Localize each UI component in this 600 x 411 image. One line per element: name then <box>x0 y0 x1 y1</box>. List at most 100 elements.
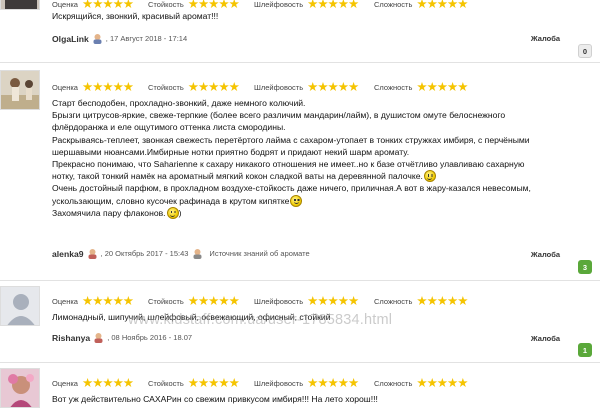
rating-scent: Оценка ★★★★★ <box>52 294 134 308</box>
stars: ★★★★★ <box>416 294 468 308</box>
rating-sillage: Шлейфовость ★★★★★ <box>254 294 359 308</box>
rating-label: Оценка <box>52 82 78 92</box>
review-line: Прекрасно понимаю, что Saharienne к саха… <box>52 159 525 170</box>
stars: ★★★★★ <box>81 0 134 11</box>
review-line-with-emoji: ускользающим, словно кусочек рафинада в … <box>52 194 590 207</box>
avatar[interactable] <box>0 70 40 110</box>
review-line: Старт бесподобен, прохладно-звонкий, даж… <box>52 98 306 108</box>
review-meta: alenka9 , 20 Октябрь 2017 - 15:43 Источн… <box>52 248 310 259</box>
rating-sillage: Шлейфовость ★★★★★ <box>254 376 359 390</box>
helpful-count[interactable]: 0 <box>578 44 592 58</box>
smiley-icon <box>290 194 303 207</box>
review-text: Вот уж действительно САХАРин со свежим п… <box>52 393 590 405</box>
ratings-row: Оценка ★★★★★ Стойкость ★★★★★ Шлейфовость ★★… <box>52 295 592 309</box>
review-meta: OlgaLink , 17 Август 2018 - 17:14 <box>52 33 188 44</box>
rating-label: Шлейфовость <box>254 0 304 9</box>
rating-sillage: Шлейфовость ★★★★★ <box>254 0 359 11</box>
user-photo-icon <box>1 369 39 407</box>
stars: ★★★★★ <box>307 80 359 94</box>
avatar[interactable] <box>0 368 40 408</box>
review-line-with-emoji: Захомячила пару флаконов.) <box>52 206 590 219</box>
review-line: Захомячила пару флаконов. <box>52 207 166 218</box>
review-text: Старт бесподобен, прохладно-звонкий, даж… <box>52 97 590 219</box>
complain-link[interactable]: Жалоба <box>531 34 560 43</box>
complain-link[interactable]: Жалоба <box>531 334 560 343</box>
username[interactable]: alenka9 <box>52 249 84 259</box>
user-photo-icon <box>1 0 39 9</box>
rating-label: Шлейфовость <box>254 378 304 388</box>
review-line: флёрдоранжа и еле ощутимого оттенка лист… <box>52 122 286 133</box>
review-line: нотку, такой тонкий намёк на ароматный м… <box>52 171 423 182</box>
rating-complexity: Сложность ★★★★★ <box>374 0 468 11</box>
helpful-count[interactable]: 3 <box>578 260 592 274</box>
rating-complexity: Сложность ★★★★★ <box>374 294 468 308</box>
stars: ★★★★★ <box>81 294 134 308</box>
rating-label: Стойкость <box>148 378 184 388</box>
rating-label: Оценка <box>52 0 78 9</box>
user-badge-icon <box>92 33 103 44</box>
stars: ★★★★★ <box>187 80 240 94</box>
helpful-count[interactable]: 1 <box>578 343 592 357</box>
knowledge-source-link[interactable]: Источник знаний об аромате <box>209 249 309 258</box>
avatar[interactable] <box>0 0 40 10</box>
stars: ★★★★★ <box>307 0 359 11</box>
complain-link[interactable]: Жалоба <box>531 250 560 259</box>
rating-label: Сложность <box>374 82 413 92</box>
username[interactable]: OlgaLink <box>52 34 89 44</box>
review-date: 17 Август 2018 - 17:14 <box>109 34 188 43</box>
rating-label: Шлейфовость <box>254 296 304 306</box>
review-line-with-emoji: нотку, такой тонкий намёк на ароматный м… <box>52 170 590 183</box>
review-1: Оценка ★★★★★ Стойкость ★★★★★ Шлейфовость ★★… <box>0 0 600 63</box>
user-photo-icon <box>1 71 39 109</box>
rating-longevity: Стойкость ★★★★★ <box>148 377 240 390</box>
rating-label: Стойкость <box>148 296 184 306</box>
review-line: ускользающим, словно кусочек рафинада в … <box>52 195 290 206</box>
rating-complexity: Сложность ★★★★★ <box>374 376 468 390</box>
stars: ★★★★★ <box>416 376 468 390</box>
rating-label: Сложность <box>374 296 413 306</box>
rating-scent: Оценка ★★★★★ <box>52 0 134 11</box>
stars: ★★★★★ <box>187 294 240 308</box>
smiley-icon <box>423 170 436 183</box>
default-avatar-icon <box>1 287 39 325</box>
review-meta: Rishanya , 08 Ноябрь 2016 - 18.07 <box>52 332 193 343</box>
review-4: Оценка ★★★★★ Стойкость ★★★★★ Шлейфовость ★★… <box>0 362 600 411</box>
stars: ★★★★★ <box>307 294 359 308</box>
review-line: ) <box>178 207 182 218</box>
review-date: 20 Октябрь 2017 - 15:43 <box>104 249 189 258</box>
rating-label: Сложность <box>374 0 413 9</box>
stars: ★★★★★ <box>81 376 134 390</box>
rating-label: Стойкость <box>148 82 184 92</box>
review-2: Оценка ★★★★★ Стойкость ★★★★★ Шлейфовость ★★… <box>0 62 600 281</box>
rating-scent: Оценка ★★★★★ <box>52 81 134 94</box>
watermark: www.kidstaff.com.ua/user-1785834.html <box>128 312 393 328</box>
user-badge-icon <box>93 332 104 343</box>
review-line: Брызги цитрусов-яркие, свеже-терпкие (бо… <box>52 110 506 121</box>
rating-sillage: Шлейфовость ★★★★★ <box>254 80 359 94</box>
stars: ★★★★★ <box>187 0 240 11</box>
source-icon <box>192 248 203 259</box>
review-line: шершавыми нюансами.Имбирные нотки приятн… <box>52 146 410 157</box>
stars: ★★★★★ <box>307 376 359 390</box>
smiley-icon <box>166 206 179 219</box>
rating-complexity: Сложность ★★★★★ <box>374 80 468 94</box>
rating-longevity: Стойкость ★★★★★ <box>148 0 240 11</box>
rating-label: Сложность <box>374 378 413 388</box>
stars: ★★★★★ <box>416 0 468 11</box>
rating-label: Стойкость <box>148 0 184 9</box>
rating-label: Оценка <box>52 378 78 388</box>
review-line: Раскрываясь-теплеет, звонкая свежесть пе… <box>52 134 530 145</box>
avatar[interactable] <box>0 286 40 326</box>
review-line: Вот уж действительно САХАРин со свежим п… <box>52 394 378 404</box>
ratings-row: Оценка ★★★★★ Стойкость ★★★★★ Шлейфовость ★★… <box>52 377 592 391</box>
review-text: Искрящийся, звонкий, красивый аромат!!! <box>52 10 590 22</box>
rating-label: Шлейфовость <box>254 82 304 92</box>
rating-label: Оценка <box>52 296 78 306</box>
rating-longevity: Стойкость ★★★★★ <box>148 80 240 94</box>
stars: ★★★★★ <box>416 80 468 94</box>
review-line: Искрящийся, звонкий, красивый аромат!!! <box>52 11 219 21</box>
ratings-row: Оценка ★★★★★ Стойкость ★★★★★ Шлейфовость ★★… <box>52 81 592 95</box>
review-line: Очень достойный парфюм, в прохладном воз… <box>52 183 531 194</box>
user-badge-icon <box>87 248 98 259</box>
username[interactable]: Rishanya <box>52 333 90 343</box>
